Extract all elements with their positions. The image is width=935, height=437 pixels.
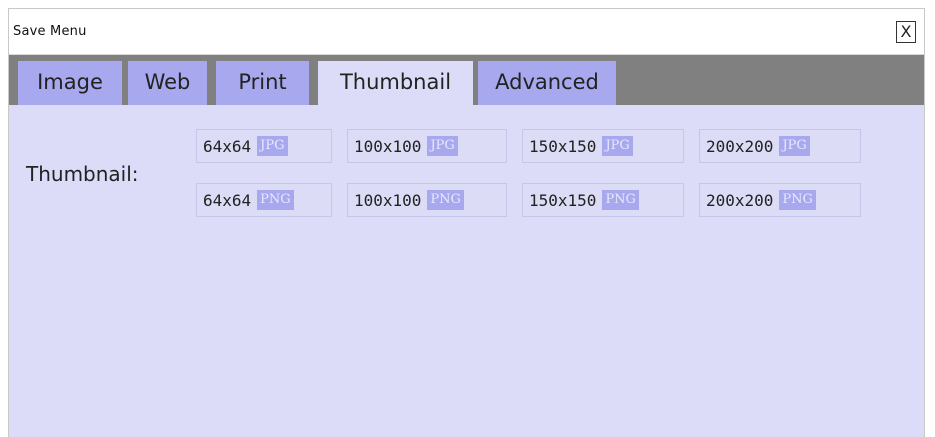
thumbnail-100-png-button[interactable]: 100x100 PNG <box>347 183 507 217</box>
size-label: 150x150 <box>529 136 597 156</box>
thumbnail-150-png-button[interactable]: 150x150 PNG <box>522 183 684 217</box>
tab-print[interactable]: Print <box>216 61 309 105</box>
tab-advanced[interactable]: Advanced <box>478 61 616 105</box>
thumbnail-64-jpg-button[interactable]: 64x64 JPG <box>196 129 332 163</box>
tab-thumbnail[interactable]: Thumbnail <box>318 61 473 105</box>
size-label: 200x200 <box>706 136 774 156</box>
size-label: 64x64 <box>203 190 252 210</box>
close-button[interactable]: X <box>896 21 916 43</box>
window-title: Save Menu <box>13 24 87 39</box>
format-badge: JPG <box>427 136 458 156</box>
size-label: 200x200 <box>706 190 774 210</box>
thumbnail-64-png-button[interactable]: 64x64 PNG <box>196 183 332 217</box>
tab-web[interactable]: Web <box>128 61 207 105</box>
title-bar: Save Menu X <box>9 9 924 55</box>
format-badge: PNG <box>427 190 464 210</box>
format-badge: PNG <box>779 190 816 210</box>
format-badge: JPG <box>257 136 288 156</box>
size-label: 100x100 <box>354 190 422 210</box>
save-menu-window: Save Menu X Image Web Print Thumbnail Ad… <box>8 8 925 437</box>
thumbnail-200-jpg-button[interactable]: 200x200 JPG <box>699 129 861 163</box>
thumbnail-label: Thumbnail: <box>26 162 139 186</box>
size-label: 100x100 <box>354 136 422 156</box>
size-label: 64x64 <box>203 136 252 156</box>
thumbnail-150-jpg-button[interactable]: 150x150 JPG <box>522 129 684 163</box>
format-badge: PNG <box>257 190 294 210</box>
format-badge: JPG <box>779 136 810 156</box>
thumbnail-100-jpg-button[interactable]: 100x100 JPG <box>347 129 507 163</box>
tab-bar: Image Web Print Thumbnail Advanced <box>9 55 924 105</box>
thumbnail-200-png-button[interactable]: 200x200 PNG <box>699 183 861 217</box>
format-badge: JPG <box>602 136 633 156</box>
size-label: 150x150 <box>529 190 597 210</box>
tab-image[interactable]: Image <box>18 61 122 105</box>
format-badge: PNG <box>602 190 639 210</box>
